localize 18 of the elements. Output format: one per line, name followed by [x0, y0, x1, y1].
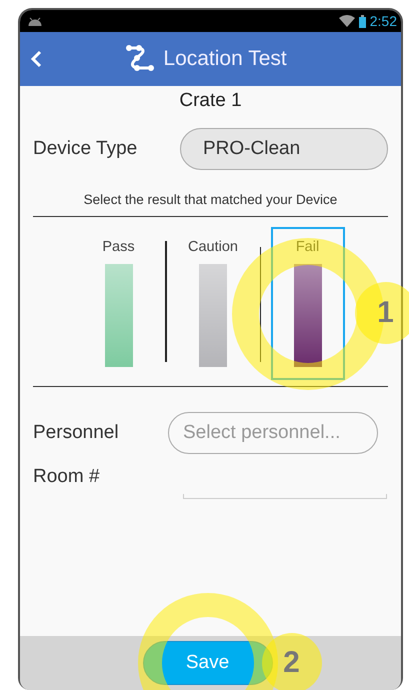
- step-badge: 2: [262, 633, 322, 690]
- crate-title: Crate 1: [178, 90, 243, 112]
- room-input[interactable]: [183, 494, 387, 499]
- device-type-label: Device Type: [33, 138, 138, 160]
- room-label: Room #: [33, 466, 100, 488]
- instruction-text: Select the result that matched your Device: [82, 192, 338, 207]
- logo-icon: [125, 44, 156, 74]
- battery-icon: [358, 14, 366, 28]
- result-option[interactable]: Caution: [176, 227, 250, 380]
- device-type-field[interactable]: PRO-Clean: [180, 128, 388, 170]
- screen-title: Location Test: [163, 47, 287, 71]
- back-icon[interactable]: [30, 50, 42, 68]
- personnel-label: Personnel: [33, 422, 119, 444]
- clock-time: 2:52: [370, 13, 397, 29]
- android-icon: [28, 16, 42, 26]
- result-option[interactable]: Pass: [82, 227, 156, 380]
- wifi-icon: [338, 15, 355, 27]
- step-badge: 1: [354, 282, 409, 344]
